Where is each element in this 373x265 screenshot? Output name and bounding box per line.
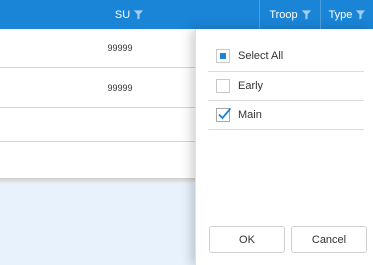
filter-option-main[interactable]: Main — [216, 105, 262, 125]
column-header-label: Troop — [269, 8, 298, 21]
column-header-troop[interactable]: Troop — [259, 0, 321, 29]
select-all-checkbox[interactable] — [216, 49, 230, 63]
early-checkbox[interactable] — [216, 79, 230, 93]
column-header-type[interactable]: Type — [320, 0, 373, 29]
filter-popup: Select All Early Main OK Cancel — [195, 29, 373, 265]
divider — [208, 71, 364, 72]
column-header-label: Type — [328, 8, 353, 21]
filter-icon[interactable] — [355, 9, 366, 20]
filter-option-label: Early — [238, 80, 264, 92]
cancel-button[interactable]: Cancel — [291, 226, 367, 253]
filter-option-early[interactable]: Early — [216, 76, 263, 96]
filter-option-select-all[interactable]: Select All — [216, 46, 283, 66]
filter-option-label: Select All — [238, 50, 284, 62]
checkmark-icon — [218, 107, 232, 120]
column-header-su[interactable]: SU — [0, 0, 259, 29]
filter-option-label: Main — [238, 109, 262, 121]
ok-button[interactable]: OK — [209, 226, 285, 253]
divider — [208, 100, 364, 101]
divider — [208, 129, 364, 130]
grid-header: SU Troop Type — [0, 0, 373, 29]
filter-icon[interactable] — [301, 9, 312, 20]
filter-icon[interactable] — [133, 9, 144, 20]
column-header-label: SU — [114, 8, 131, 21]
main-checkbox[interactable] — [216, 107, 232, 122]
